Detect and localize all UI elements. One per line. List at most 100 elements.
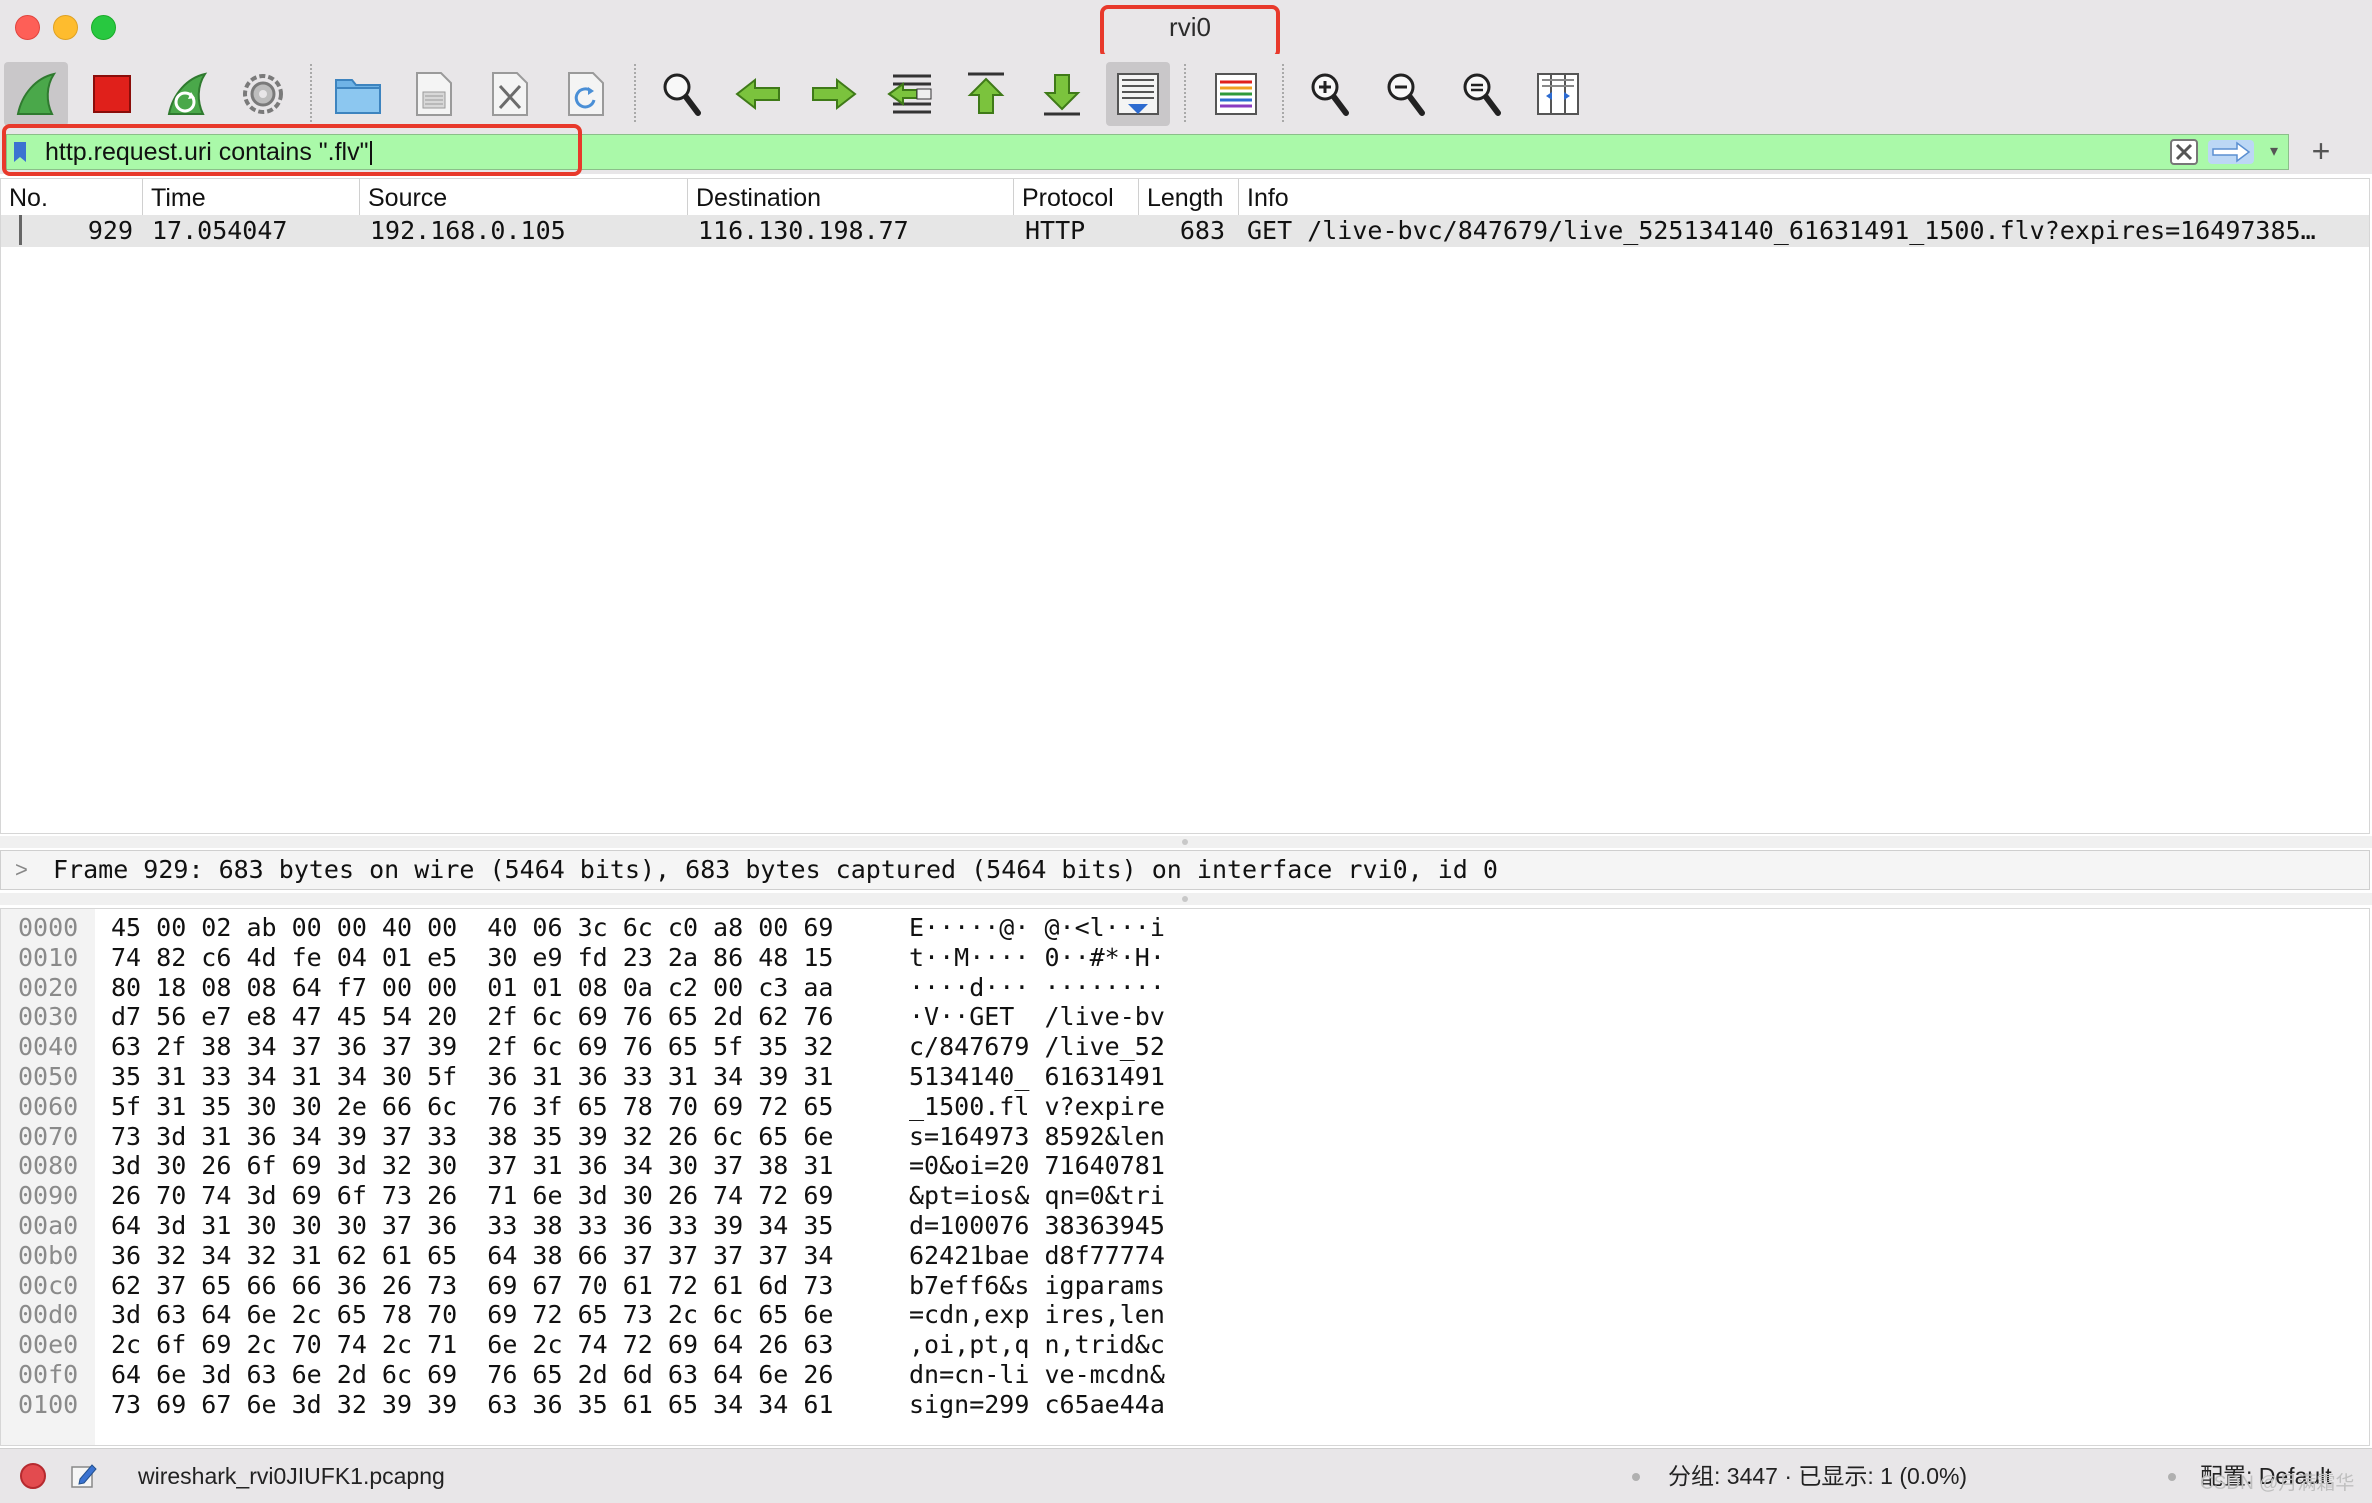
packet-list: No. Time Source Destination Protocol Len… [0,178,2370,834]
zoom-normal-button[interactable] [1450,62,1514,126]
reload-file-button[interactable] [554,62,618,126]
hex-bytes[interactable]: 64 6e 3d 63 6e 2d 6c 69 76 65 2d 6d 63 6… [111,1360,833,1390]
open-file-button[interactable] [326,62,390,126]
zoom-in-icon [1311,73,1349,116]
column-header-time[interactable]: Time [143,179,360,215]
hex-ascii[interactable]: c/847679 /live_52 [909,1032,1165,1062]
capture-file-name: wireshark_rvi0JIUFK1.pcapng [138,1463,445,1489]
go-back-button[interactable] [726,62,790,126]
hex-bytes[interactable]: 62 37 65 66 66 36 26 73 69 67 70 61 72 6… [111,1271,833,1301]
resize-columns-button[interactable] [1526,62,1590,126]
close-file-button[interactable] [478,62,542,126]
hex-ascii[interactable]: sign=299 c65ae44a [909,1390,1165,1420]
close-file-icon [492,72,528,116]
pane-splitter[interactable] [0,893,2372,905]
start-capture-button[interactable] [4,62,68,126]
gear-options-icon [243,74,283,114]
hex-offset: 0080 [18,1151,79,1181]
colorize-button[interactable] [1204,62,1268,126]
column-header-source[interactable]: Source [360,179,688,215]
packet-list-header: No. Time Source Destination Protocol Len… [1,179,2369,216]
hex-ascii[interactable]: ····d··· ········ [909,973,1165,1003]
find-packet-button[interactable] [650,62,714,126]
column-header-no[interactable]: No. [1,179,143,215]
hex-bytes[interactable]: 2c 6f 69 2c 70 74 2c 71 6e 2c 74 72 69 6… [111,1330,833,1360]
first-packet-button[interactable] [954,62,1018,126]
minimize-window-button[interactable] [53,15,78,40]
go-back-arrow-icon [735,77,780,111]
hex-ascii[interactable]: t··M···· 0··#*·H· [909,943,1165,973]
column-header-info[interactable]: Info [1239,179,2369,215]
pane-splitter[interactable] [0,836,2372,848]
hex-ascii[interactable]: E·····@· @·<l···i [909,913,1165,943]
column-header-protocol[interactable]: Protocol [1014,179,1139,215]
display-filter-bar: http.request.uri contains ".flv" ▾ [0,124,2372,176]
hex-offset: 0040 [18,1032,79,1062]
packet-count-status: 分组: 3447 · 已显示: 1 (0.0%) [1668,1463,1968,1489]
resize-columns-icon [1537,73,1579,115]
packet-protocol: HTTP [1025,216,1086,245]
hex-ascii[interactable]: &pt=ios& qn=0&tri [909,1181,1165,1211]
packet-row[interactable]: 929 17.054047 192.168.0.105 116.130.198.… [1,215,2369,247]
go-forward-button[interactable] [802,62,866,126]
splitter-handle[interactable] [1182,839,1188,845]
hex-ascii[interactable]: =0&oi=20 71640781 [909,1151,1165,1181]
hex-offset: 0020 [18,972,79,1002]
hex-bytes[interactable]: 26 70 74 3d 69 6f 73 26 71 6e 3d 30 26 7… [111,1181,833,1211]
hex-ascii[interactable]: =cdn,exp ires,len [909,1300,1165,1330]
frame-summary[interactable]: Frame 929: 683 bytes on wire (5464 bits)… [53,851,1498,889]
maximize-window-button[interactable] [91,15,116,40]
save-file-button[interactable] [402,62,466,126]
capture-options-button[interactable] [231,62,295,126]
restart-capture-button[interactable] [155,62,219,126]
hex-bytes[interactable]: 3d 63 64 6e 2c 65 78 70 69 72 65 73 2c 6… [111,1300,833,1330]
hex-bytes[interactable]: 3d 30 26 6f 69 3d 32 30 37 31 36 34 30 3… [111,1151,833,1181]
filter-history-dropdown[interactable]: ▾ [2264,139,2284,165]
hex-ascii[interactable]: dn=cn-li ve-mcdn& [909,1360,1165,1390]
zoom-out-button[interactable] [1374,62,1438,126]
hex-bytes[interactable]: 64 3d 31 30 30 30 37 36 33 38 33 36 33 3… [111,1211,833,1241]
hex-ascii[interactable]: s=164973 8592&len [909,1122,1165,1152]
column-header-destination[interactable]: Destination [688,179,1014,215]
hex-bytes[interactable]: 35 31 33 34 31 34 30 5f 36 31 36 33 31 3… [111,1062,833,1092]
clear-filter-icon[interactable] [2170,139,2198,165]
apply-filter-arrow-icon[interactable] [2207,139,2255,165]
hex-bytes[interactable]: 80 18 08 08 64 f7 00 00 01 01 08 0a c2 0… [111,973,833,1003]
expert-info-record-icon[interactable] [20,1463,46,1489]
hex-bytes[interactable]: 45 00 02 ab 00 00 40 00 40 06 3c 6c c0 a… [111,913,833,943]
hex-bytes[interactable]: 63 2f 38 34 37 36 37 39 2f 6c 69 76 65 5… [111,1032,833,1062]
add-filter-button-plus-icon[interactable]: + [2306,134,2336,170]
row-related-marker [19,215,22,245]
hex-ascii[interactable]: ·V··GET /live-bv [909,1002,1165,1032]
packet-details-pane: > Frame 929: 683 bytes on wire (5464 bit… [0,850,2370,890]
close-window-button[interactable] [15,15,40,40]
hex-bytes[interactable]: 5f 31 35 30 30 2e 66 6c 76 3f 65 78 70 6… [111,1092,833,1122]
hex-bytes[interactable]: d7 56 e7 e8 47 45 54 20 2f 6c 69 76 65 2… [111,1002,833,1032]
splitter-handle[interactable] [1182,896,1188,902]
hex-bytes[interactable]: 73 69 67 6e 3d 32 39 39 63 36 35 61 65 3… [111,1390,833,1420]
zoom-in-button[interactable] [1298,62,1362,126]
go-forward-arrow-icon [812,77,857,111]
highlight-box-filter [2,124,582,176]
hex-bytes[interactable]: 73 3d 31 36 34 39 37 33 38 35 39 32 26 6… [111,1122,833,1152]
hex-ascii[interactable]: d=100076 38363945 [909,1211,1165,1241]
hex-bytes[interactable]: 36 32 34 32 31 62 61 65 64 38 66 37 37 3… [111,1241,833,1271]
status-bar: wireshark_rvi0JIUFK1.pcapng 分组: 3447 · 已… [0,1448,2372,1503]
packet-length: 683 [1179,216,1225,245]
hex-ascii[interactable]: _1500.fl v?expire [909,1092,1165,1122]
hex-bytes[interactable]: 74 82 c6 4d fe 04 01 e5 30 e9 fd 23 2a 8… [111,943,833,973]
expand-chevron-icon[interactable]: > [15,857,35,883]
toolbar-separator [1282,64,1284,122]
first-packet-icon [967,72,1005,114]
capture-comment-edit-icon[interactable] [70,1461,98,1489]
hex-ascii[interactable]: 5134140_ 61631491 [909,1062,1165,1092]
stop-capture-button[interactable] [80,62,144,126]
last-packet-button[interactable] [1030,62,1094,126]
hex-ascii[interactable]: 62421bae d8f77774 [909,1241,1165,1271]
hex-ascii[interactable]: ,oi,pt,q n,trid&c [909,1330,1165,1360]
go-to-packet-button[interactable] [878,62,942,126]
hex-ascii[interactable]: b7eff6&s igparams [909,1271,1165,1301]
hex-offset: 0000 [18,913,79,942]
column-header-length[interactable]: Length [1139,179,1239,215]
autoscroll-button[interactable] [1106,62,1170,126]
